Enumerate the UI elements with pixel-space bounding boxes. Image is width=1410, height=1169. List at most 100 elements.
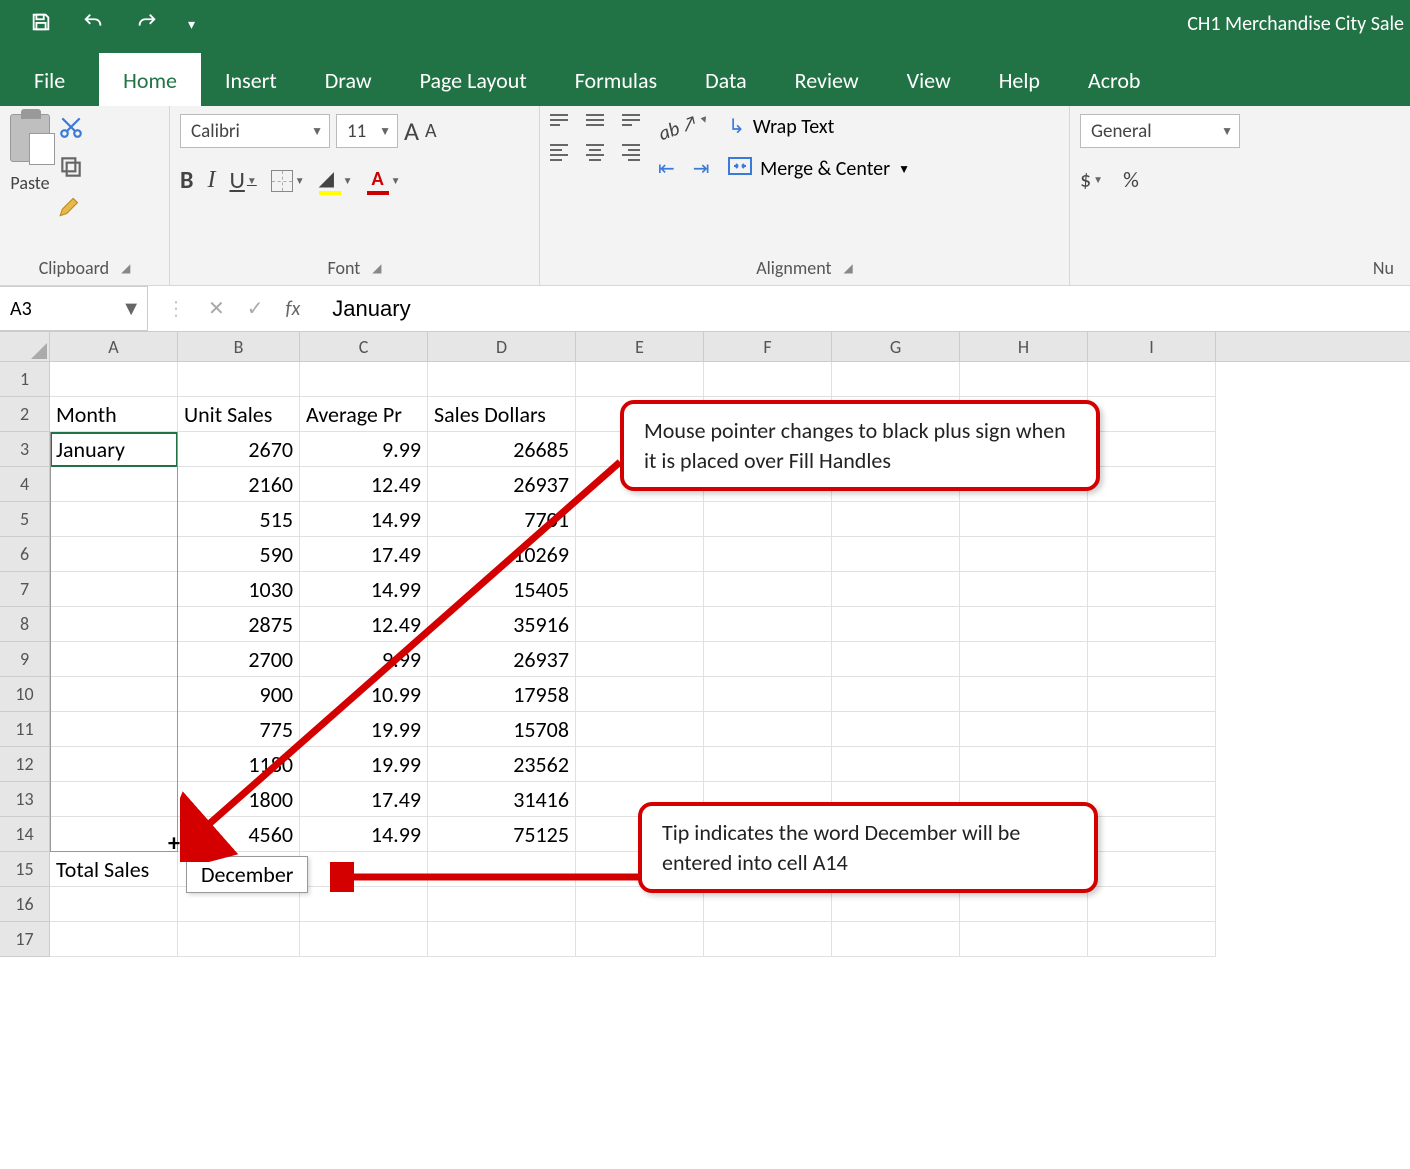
cell[interactable] — [300, 852, 428, 887]
merge-center-button[interactable]: Merge & Center▼ — [728, 157, 910, 181]
cell[interactable]: 17958 — [428, 677, 576, 712]
paste-icon[interactable] — [10, 114, 50, 162]
cell[interactable] — [576, 572, 704, 607]
customize-qat-icon[interactable]: ▾ — [188, 16, 195, 33]
border-button[interactable]: ▼ — [271, 170, 305, 192]
cell[interactable] — [960, 677, 1088, 712]
cell[interactable] — [576, 747, 704, 782]
cell[interactable]: 31416 — [428, 782, 576, 817]
align-middle-icon[interactable] — [586, 114, 604, 126]
cell[interactable] — [1088, 607, 1216, 642]
tab-acrobat[interactable]: Acrob — [1064, 53, 1165, 106]
increase-indent-icon[interactable]: ⇥ — [693, 156, 710, 181]
cell[interactable] — [50, 887, 178, 922]
wrap-text-button[interactable]: ↳Wrap Text — [728, 114, 910, 139]
copy-icon[interactable] — [58, 154, 84, 184]
cell[interactable] — [1088, 887, 1216, 922]
cell[interactable]: Total Sales — [50, 852, 178, 887]
cancel-icon[interactable]: ✕ — [208, 296, 225, 321]
cell[interactable] — [832, 537, 960, 572]
cell[interactable] — [1088, 677, 1216, 712]
cell[interactable] — [832, 572, 960, 607]
cell[interactable]: 26937 — [428, 467, 576, 502]
cell[interactable] — [428, 852, 576, 887]
cell[interactable]: 4560 — [178, 817, 300, 852]
cell[interactable] — [960, 747, 1088, 782]
cell[interactable]: 9.99 — [300, 642, 428, 677]
cell[interactable] — [428, 922, 576, 957]
cell[interactable]: 2875 — [178, 607, 300, 642]
col-header-d[interactable]: D — [428, 332, 576, 361]
tab-data[interactable]: Data — [681, 53, 771, 106]
cell[interactable]: 10.99 — [300, 677, 428, 712]
cell[interactable] — [50, 747, 178, 782]
cell[interactable] — [832, 922, 960, 957]
currency-button[interactable]: $ ▼ — [1080, 166, 1103, 193]
tab-home[interactable]: Home — [99, 53, 201, 106]
cell[interactable] — [50, 502, 178, 537]
cell[interactable] — [50, 677, 178, 712]
cell[interactable] — [50, 362, 178, 397]
cell[interactable] — [960, 537, 1088, 572]
formula-input[interactable] — [318, 296, 1410, 322]
number-format-combo[interactable]: General▼ — [1080, 114, 1240, 148]
cell[interactable] — [50, 642, 178, 677]
col-header-a[interactable]: A — [50, 332, 178, 361]
align-left-icon[interactable] — [550, 144, 568, 161]
fill-color-button[interactable]: ◢▼ — [319, 166, 353, 195]
cell[interactable] — [832, 362, 960, 397]
italic-button[interactable]: I — [207, 167, 215, 194]
cell[interactable] — [50, 607, 178, 642]
tab-insert[interactable]: Insert — [201, 53, 301, 106]
cell[interactable] — [704, 642, 832, 677]
percent-button[interactable]: % — [1123, 166, 1139, 193]
cell[interactable]: Unit Sales — [178, 397, 300, 432]
cell[interactable]: 590 — [178, 537, 300, 572]
cell[interactable] — [300, 362, 428, 397]
fbar-expand-icon[interactable]: ⋮ — [166, 296, 186, 321]
orientation-button[interactable]: ab↗▼ — [655, 106, 712, 146]
cell[interactable]: 775 — [178, 712, 300, 747]
cell[interactable] — [960, 502, 1088, 537]
cell[interactable] — [704, 677, 832, 712]
cell[interactable] — [960, 607, 1088, 642]
cell[interactable]: 19.99 — [300, 747, 428, 782]
select-all-corner[interactable] — [0, 332, 50, 361]
col-header-c[interactable]: C — [300, 332, 428, 361]
cell[interactable] — [576, 362, 704, 397]
cell[interactable]: 15708 — [428, 712, 576, 747]
col-header-e[interactable]: E — [576, 332, 704, 361]
cell[interactable]: 515 — [178, 502, 300, 537]
cell[interactable] — [832, 677, 960, 712]
cell[interactable] — [300, 922, 428, 957]
row-header[interactable]: 14 — [0, 817, 50, 852]
row-header[interactable]: 15 — [0, 852, 50, 887]
row-header[interactable]: 12 — [0, 747, 50, 782]
cell[interactable]: 2700 — [178, 642, 300, 677]
save-icon[interactable] — [30, 11, 52, 37]
tab-file[interactable]: File — [0, 53, 99, 106]
align-top-icon[interactable] — [550, 114, 568, 126]
align-center-icon[interactable] — [586, 144, 604, 161]
redo-icon[interactable] — [134, 11, 160, 37]
cell[interactable] — [1088, 537, 1216, 572]
row-header[interactable]: 13 — [0, 782, 50, 817]
cell[interactable] — [832, 712, 960, 747]
col-header-f[interactable]: F — [704, 332, 832, 361]
format-painter-icon[interactable] — [58, 194, 84, 224]
row-header[interactable]: 9 — [0, 642, 50, 677]
col-header-g[interactable]: G — [832, 332, 960, 361]
cell[interactable]: 19.99 — [300, 712, 428, 747]
spreadsheet-grid[interactable]: A B C D E F G H I 12MonthUnit SalesAvera… — [0, 332, 1410, 957]
cell[interactable]: 17.49 — [300, 782, 428, 817]
tab-page-layout[interactable]: Page Layout — [396, 53, 551, 106]
cell[interactable] — [300, 887, 428, 922]
tab-draw[interactable]: Draw — [301, 53, 396, 106]
cell[interactable] — [1088, 782, 1216, 817]
cell[interactable]: 35916 — [428, 607, 576, 642]
tab-review[interactable]: Review — [771, 53, 883, 106]
cell[interactable]: 900 — [178, 677, 300, 712]
cell[interactable] — [50, 572, 178, 607]
cell[interactable] — [50, 467, 178, 502]
cell[interactable]: 17.49 — [300, 537, 428, 572]
